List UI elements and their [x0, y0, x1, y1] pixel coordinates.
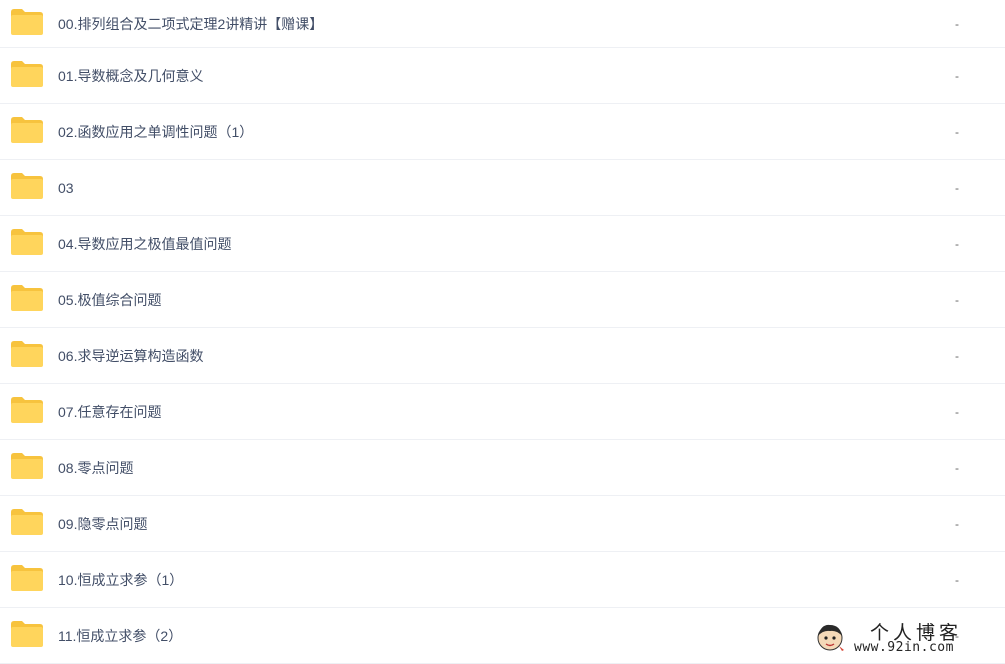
folder-icon	[11, 229, 43, 255]
file-size: -	[955, 404, 959, 419]
file-size: -	[955, 16, 959, 31]
file-size: -	[955, 124, 959, 139]
file-size: -	[955, 292, 959, 307]
file-name[interactable]: 09.隐零点问题	[58, 496, 147, 551]
file-row[interactable]: 03 -	[0, 160, 1005, 216]
file-name[interactable]: 04.导数应用之极值最值问题	[58, 216, 231, 271]
file-row[interactable]: 09.隐零点问题 -	[0, 496, 1005, 552]
file-size: -	[955, 572, 959, 587]
file-row[interactable]: 08.零点问题 -	[0, 440, 1005, 496]
folder-icon	[11, 285, 43, 311]
folder-icon	[11, 61, 43, 87]
file-row[interactable]: 07.任意存在问题 -	[0, 384, 1005, 440]
folder-icon	[11, 173, 43, 199]
file-name[interactable]: 10.恒成立求参（1）	[58, 552, 183, 607]
file-row[interactable]: 04.导数应用之极值最值问题 -	[0, 216, 1005, 272]
folder-icon	[11, 341, 43, 367]
folder-icon	[11, 509, 43, 535]
file-row[interactable]: 06.求导逆运算构造函数 -	[0, 328, 1005, 384]
file-size: -	[955, 68, 959, 83]
folder-icon	[11, 453, 43, 479]
file-name[interactable]: 08.零点问题	[58, 440, 133, 495]
folder-icon	[11, 621, 43, 647]
file-name[interactable]: 02.函数应用之单调性问题（1）	[58, 104, 253, 159]
watermark: 个人博客 www.92in.com	[812, 618, 1002, 658]
file-name[interactable]: 05.极值综合问题	[58, 272, 161, 327]
file-size: -	[955, 516, 959, 531]
file-name[interactable]: 11.恒成立求参（2）	[58, 608, 182, 663]
file-name[interactable]: 01.导数概念及几何意义	[58, 48, 203, 103]
file-row[interactable]: 02.函数应用之单调性问题（1） -	[0, 104, 1005, 160]
folder-icon	[11, 565, 43, 591]
file-row[interactable]: 00.排列组合及二项式定理2讲精讲【赠课】 -	[0, 0, 1005, 48]
file-size: -	[955, 460, 959, 475]
file-name[interactable]: 03	[58, 160, 74, 215]
avatar-icon	[817, 624, 844, 651]
file-size: -	[955, 180, 959, 195]
watermark-url: www.92in.com	[854, 640, 954, 655]
file-row[interactable]: 10.恒成立求参（1） -	[0, 552, 1005, 608]
file-name[interactable]: 00.排列组合及二项式定理2讲精讲【赠课】	[58, 0, 323, 47]
file-name[interactable]: 07.任意存在问题	[58, 384, 161, 439]
folder-icon	[11, 9, 43, 35]
file-size: -	[955, 236, 959, 251]
file-row[interactable]: 01.导数概念及几何意义 -	[0, 48, 1005, 104]
file-name[interactable]: 06.求导逆运算构造函数	[58, 328, 203, 383]
file-size: -	[955, 348, 959, 363]
folder-icon	[11, 397, 43, 423]
file-list: 00.排列组合及二项式定理2讲精讲【赠课】 -01.导数概念及几何意义 -02.函数…	[0, 0, 1005, 664]
folder-icon	[11, 117, 43, 143]
file-row[interactable]: 05.极值综合问题 -	[0, 272, 1005, 328]
